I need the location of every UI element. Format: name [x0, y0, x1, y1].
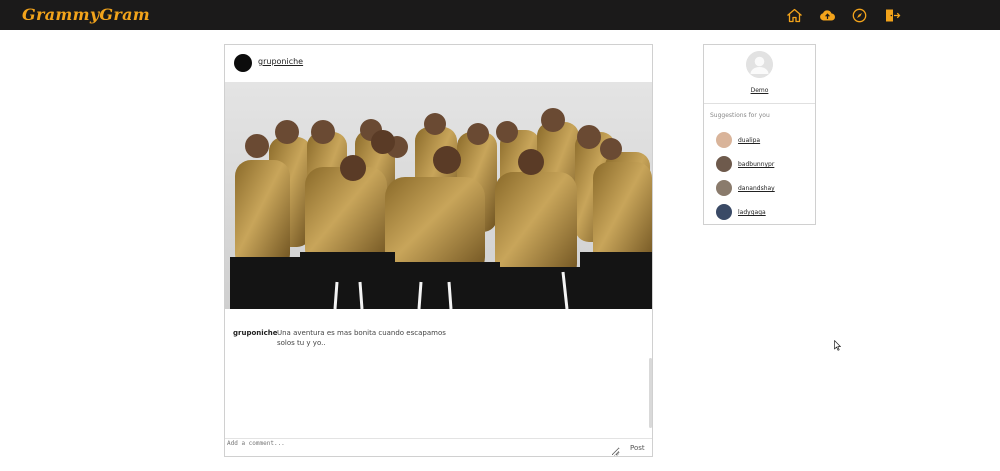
post-image[interactable]	[225, 82, 652, 309]
caption-text: Una aventura es mas bonita cuando escapa…	[277, 329, 446, 347]
suggestion-username[interactable]: dualipa	[738, 137, 760, 144]
post-header: gruponiche	[225, 45, 652, 82]
suggestion-username[interactable]: badbunnypr	[738, 161, 774, 168]
suggestion-item[interactable]: danandshay	[716, 180, 811, 197]
suggestions-title: Suggestions for you	[710, 112, 770, 119]
suggestion-avatar[interactable]	[716, 156, 732, 172]
profile-username[interactable]: Demo	[704, 87, 815, 94]
divider	[704, 103, 815, 104]
post-author-avatar[interactable]	[234, 54, 252, 72]
post-comment-button[interactable]: Post	[630, 444, 645, 452]
suggestion-avatar[interactable]	[716, 204, 732, 220]
explore-icon[interactable]	[851, 8, 868, 23]
logout-icon[interactable]	[884, 8, 901, 23]
upload-icon[interactable]	[819, 8, 836, 23]
brand-logo[interactable]: GrammyGram	[22, 5, 150, 24]
comments-scrollbar[interactable]	[649, 358, 652, 428]
mouse-cursor-icon	[834, 340, 841, 351]
resize-grip-icon[interactable]	[614, 451, 619, 456]
suggestion-username[interactable]: ladygaga	[738, 209, 766, 216]
suggestion-item[interactable]: dualipa	[716, 132, 811, 149]
post-card: gruponiche gruponiche Una aventura es ma…	[224, 44, 653, 457]
comment-input[interactable]	[226, 440, 620, 456]
home-icon[interactable]	[786, 8, 803, 23]
profile-avatar[interactable]	[746, 51, 773, 78]
profile-card: Demo Suggestions for you dualipa badbunn…	[703, 44, 816, 225]
suggestion-avatar[interactable]	[716, 132, 732, 148]
comment-bar: Post	[225, 438, 652, 456]
suggestion-item[interactable]: badbunnypr	[716, 156, 811, 173]
post-author-username[interactable]: gruponiche	[258, 57, 303, 66]
suggestion-username[interactable]: danandshay	[738, 185, 775, 192]
top-navbar: GrammyGram	[0, 0, 1000, 30]
suggestion-item[interactable]: ladygaga	[716, 204, 811, 221]
suggestion-avatar[interactable]	[716, 180, 732, 196]
caption-username[interactable]: gruponiche	[233, 328, 278, 338]
